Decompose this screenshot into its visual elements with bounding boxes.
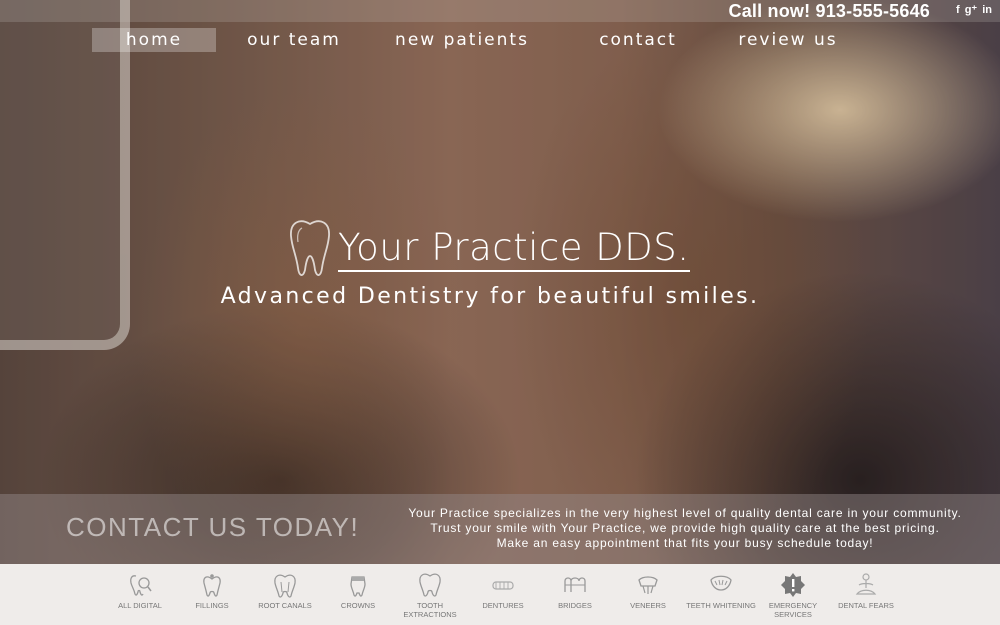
- services-bar: ALL DIGITAL FILLINGS ROOT CANALS CROWNS …: [0, 564, 1000, 625]
- bridge-icon: [562, 572, 588, 598]
- practice-title: Your Practice DDS.: [338, 226, 690, 272]
- service-emergency-services[interactable]: EMERGENCY SERVICES: [755, 568, 831, 622]
- service-all-digital[interactable]: ALL DIGITAL: [102, 568, 178, 622]
- description-line: Your Practice specializes in the very hi…: [408, 506, 962, 520]
- social-links: f g⁺ in: [956, 4, 992, 17]
- service-label: TOOTH EXTRACTIONS: [403, 601, 457, 619]
- service-label: VENEERS: [630, 601, 666, 610]
- contact-us-button[interactable]: CONTACT US TODAY!: [66, 512, 359, 543]
- nav-our-team[interactable]: our team: [234, 28, 354, 52]
- contact-strip: CONTACT US TODAY! Your Practice speciali…: [0, 494, 1000, 564]
- service-label: DENTAL FEARS: [838, 601, 894, 610]
- service-label: CROWNS: [340, 601, 376, 610]
- nav-contact[interactable]: contact: [588, 28, 688, 52]
- hero-tagline: Advanced Dentistry for beautiful smiles.: [220, 284, 760, 309]
- service-dental-fears[interactable]: DENTAL FEARS: [828, 568, 904, 622]
- service-teeth-whitening[interactable]: TEETH WHITENING: [683, 568, 759, 622]
- service-root-canals[interactable]: ROOT CANALS: [247, 568, 323, 622]
- practice-description: Your Practice specializes in the very hi…: [400, 506, 970, 551]
- veneers-icon: [635, 572, 661, 598]
- root-canal-icon: [272, 572, 298, 598]
- service-veneers[interactable]: VENEERS: [610, 568, 686, 622]
- nav-home[interactable]: home: [92, 28, 216, 52]
- service-label: FILLINGS: [195, 601, 229, 610]
- tooth-logo-icon: [290, 220, 330, 276]
- service-label: ROOT CANALS: [258, 601, 312, 610]
- nav-review-us[interactable]: review us: [728, 28, 848, 52]
- phone-link[interactable]: Call now! 913-555-5646: [729, 1, 931, 22]
- service-dentures[interactable]: DENTURES: [465, 568, 541, 622]
- service-label: DENTURES: [482, 601, 524, 610]
- dental-fears-icon: [853, 572, 879, 598]
- service-bridges[interactable]: BRIDGES: [537, 568, 613, 622]
- description-line: Make an easy appointment that fits your …: [496, 536, 874, 550]
- teeth-whitening-icon: [708, 572, 734, 598]
- emergency-icon: [780, 572, 806, 598]
- tooth-extraction-icon: [417, 572, 443, 598]
- service-label: BRIDGES: [558, 601, 592, 610]
- service-crowns[interactable]: CROWNS: [320, 568, 396, 622]
- linkedin-icon[interactable]: in: [982, 4, 992, 17]
- service-label: EMERGENCY SERVICES: [768, 601, 818, 619]
- service-label: ALL DIGITAL: [118, 601, 162, 610]
- filling-icon: [199, 572, 225, 598]
- service-fillings[interactable]: FILLINGS: [174, 568, 250, 622]
- crown-icon: [345, 572, 371, 598]
- dentures-icon: [490, 572, 516, 598]
- facebook-icon[interactable]: f: [956, 4, 960, 17]
- description-line: Trust your smile with Your Practice, we …: [430, 521, 940, 535]
- nav-new-patients[interactable]: new patients: [382, 28, 542, 52]
- main-nav: home our team new patients contact revie…: [92, 28, 852, 52]
- brand-logo[interactable]: Your Practice DDS.: [288, 218, 690, 280]
- google-plus-icon[interactable]: g⁺: [965, 4, 978, 17]
- service-tooth-extractions[interactable]: TOOTH EXTRACTIONS: [392, 568, 468, 622]
- service-label: TEETH WHITENING: [686, 601, 756, 610]
- digital-tooth-icon: [127, 572, 153, 598]
